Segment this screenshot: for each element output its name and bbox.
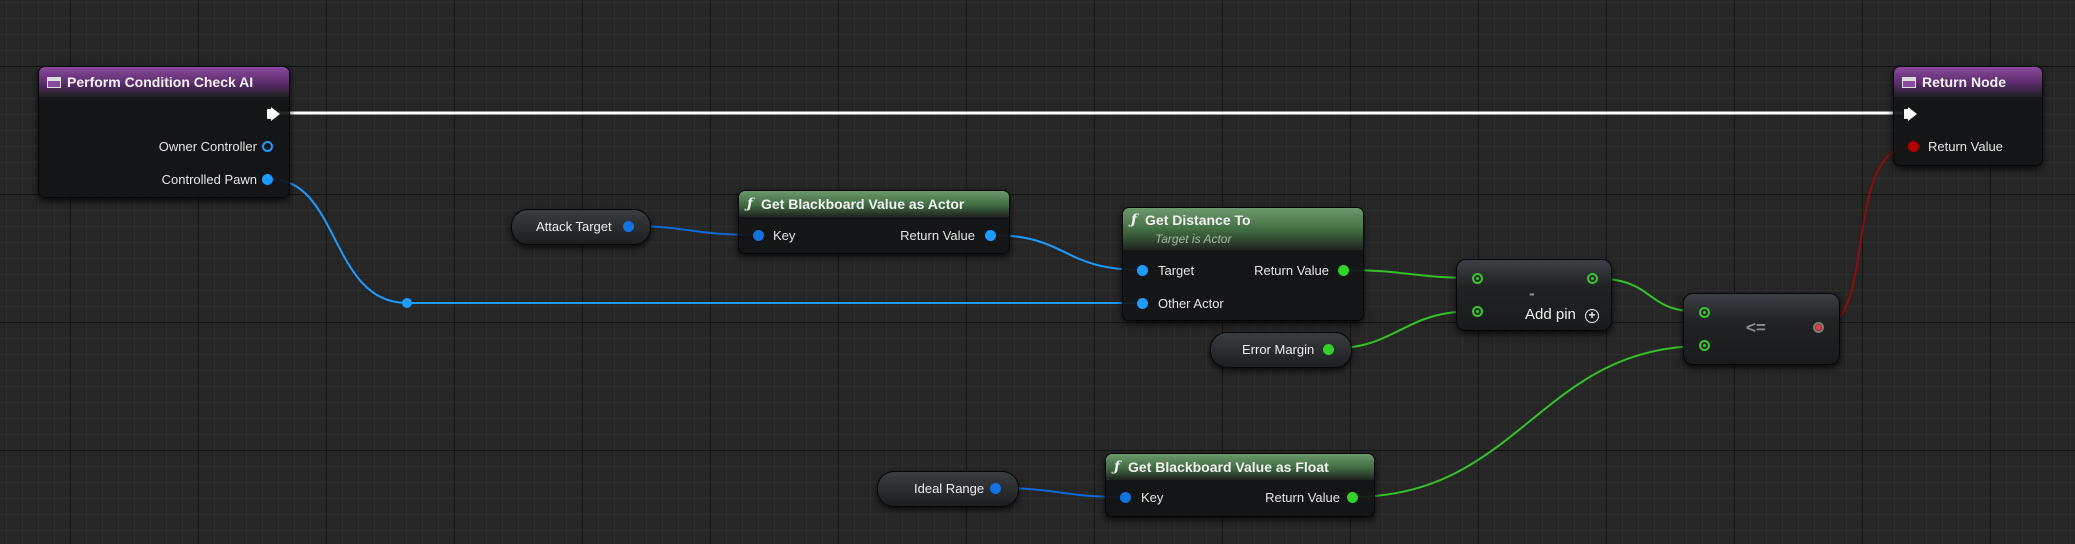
event-icon — [47, 76, 61, 88]
key-pin[interactable] — [753, 230, 764, 241]
return-value-pin[interactable] — [1908, 141, 1919, 152]
subtract-symbol: - — [1529, 284, 1535, 303]
return-node[interactable]: Return Node Return Value — [1893, 66, 2043, 166]
target-label: Target — [1158, 263, 1195, 278]
other-actor-pin[interactable] — [1137, 298, 1148, 309]
get-distance-to-node[interactable]: ƒ Get Distance To Target is Actor Target… — [1122, 207, 1364, 321]
add-pin-plus-icon[interactable]: + — [1585, 309, 1599, 323]
compare-input-a-pin[interactable] — [1699, 307, 1710, 318]
owner-controller-label: Owner Controller — [158, 139, 257, 154]
return-value-pin[interactable] — [1347, 492, 1358, 503]
controlled-pawn-label: Controlled Pawn — [161, 172, 257, 187]
perform-condition-check-node[interactable]: Perform Condition Check AI Owner Control… — [38, 66, 290, 198]
function-icon: ƒ — [1114, 459, 1121, 475]
wire-actor-target — [989, 234, 1144, 271]
return-value-label: Return Value — [900, 228, 975, 243]
return-value-pin[interactable] — [1338, 265, 1349, 276]
return-value-label: Return Value — [1265, 490, 1340, 505]
owner-controller-pin[interactable] — [262, 141, 273, 152]
wire-float-compare — [1351, 345, 1704, 498]
function-entry-icon — [1902, 76, 1916, 88]
subtract-input-a-pin[interactable] — [1472, 273, 1483, 284]
function-icon: ƒ — [1131, 212, 1138, 228]
compare-output-pin[interactable] — [1813, 322, 1824, 333]
wire-controlled-pawn — [269, 178, 408, 304]
node-header: ƒ Get Blackboard Value as Actor — [739, 191, 1009, 217]
node-title: Get Blackboard Value as Actor — [761, 196, 965, 212]
variable-label: Error Margin — [1242, 342, 1315, 357]
return-value-pin[interactable] — [985, 230, 996, 241]
less-equal-symbol: <= — [1746, 318, 1766, 337]
ideal-range-out-pin[interactable] — [990, 483, 1001, 494]
attack-target-variable[interactable]: Attack Target — [511, 209, 651, 245]
wire-layer — [269, 111, 1914, 498]
ideal-range-variable[interactable]: Ideal Range — [877, 471, 1019, 507]
node-header: Return Node — [1894, 67, 2042, 97]
node-title: Perform Condition Check AI — [67, 74, 254, 90]
key-label: Key — [773, 228, 796, 243]
target-pin[interactable] — [1137, 265, 1148, 276]
node-header: Perform Condition Check AI — [39, 67, 289, 97]
compare-input-b-pin[interactable] — [1699, 340, 1710, 351]
node-title: Get Distance To — [1145, 212, 1251, 228]
controlled-pawn-pin[interactable] — [262, 174, 273, 185]
subtract-output-pin[interactable] — [1587, 273, 1598, 284]
key-pin[interactable] — [1120, 492, 1131, 503]
get-blackboard-value-as-actor-node[interactable]: ƒ Get Blackboard Value as Actor Key Retu… — [738, 190, 1010, 254]
less-equal-node[interactable]: <= — [1683, 293, 1840, 365]
return-value-label: Return Value — [1254, 263, 1329, 278]
reroute-knot[interactable] — [402, 298, 412, 308]
exec-in-pin[interactable] — [1904, 107, 1917, 121]
node-subtitle: Target is Actor — [1155, 232, 1232, 246]
return-value-label: Return Value — [1928, 139, 2003, 154]
add-pin-label[interactable]: Add pin — [1525, 306, 1576, 323]
variable-label: Attack Target — [536, 219, 612, 234]
node-title: Get Blackboard Value as Float — [1128, 459, 1329, 475]
other-actor-label: Other Actor — [1158, 296, 1224, 311]
exec-out-pin[interactable] — [267, 107, 280, 121]
variable-label: Ideal Range — [914, 481, 985, 496]
get-blackboard-value-as-float-node[interactable]: ƒ Get Blackboard Value as Float Key Retu… — [1105, 453, 1375, 517]
function-icon: ƒ — [747, 196, 754, 212]
key-label: Key — [1141, 490, 1164, 505]
error-margin-out-pin[interactable] — [1323, 344, 1334, 355]
node-header: ƒ Get Blackboard Value as Float — [1106, 454, 1374, 480]
subtract-node[interactable]: - Add pin + — [1456, 259, 1612, 331]
subtract-input-b-pin[interactable] — [1472, 306, 1483, 317]
error-margin-variable[interactable]: Error Margin — [1210, 332, 1352, 368]
attack-target-out-pin[interactable] — [623, 221, 634, 232]
node-title: Return Node — [1922, 74, 2006, 90]
